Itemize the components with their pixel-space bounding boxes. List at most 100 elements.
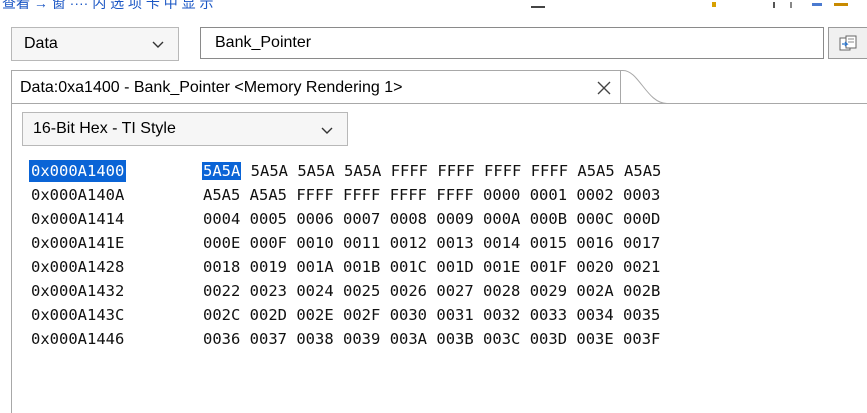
memory-cell[interactable]: A5A5 <box>203 186 240 204</box>
memory-cell[interactable]: 003C <box>483 330 520 348</box>
memory-cell[interactable]: 0023 <box>250 282 287 300</box>
tab-memory-rendering[interactable]: Data:0xa1400 - Bank_Pointer <Memory Rend… <box>11 70 621 104</box>
memory-cell[interactable]: 0027 <box>436 282 473 300</box>
memory-cell[interactable]: 0034 <box>576 306 613 324</box>
memory-cell[interactable]: 0028 <box>483 282 520 300</box>
memory-cell[interactable]: 002C <box>203 306 240 324</box>
memory-address[interactable]: 0x000A1446 <box>31 330 124 348</box>
memory-cell[interactable]: FFFF <box>391 162 428 180</box>
memory-cell[interactable]: 0012 <box>390 234 427 252</box>
clipped-text-fragment: 查看 → 窗 ···· 内 选 项 卡 中 显 示 <box>2 0 214 9</box>
memory-address[interactable]: 0x000A1414 <box>31 210 124 228</box>
memory-cell[interactable]: 0014 <box>483 234 520 252</box>
memory-cell[interactable]: 002E <box>296 306 333 324</box>
address-expression-input[interactable] <box>200 27 824 59</box>
memory-cell[interactable]: 0019 <box>250 258 287 276</box>
memory-cell[interactable]: 5A5A <box>297 162 334 180</box>
memory-cell[interactable]: 003D <box>530 330 567 348</box>
memory-cell[interactable]: FFFF <box>531 162 568 180</box>
memory-cell[interactable]: 001A <box>296 258 333 276</box>
memory-cell[interactable]: 001F <box>530 258 567 276</box>
memory-cell[interactable]: 0001 <box>530 186 567 204</box>
memory-cell[interactable]: 0033 <box>530 306 567 324</box>
memory-cell[interactable]: 0037 <box>250 330 287 348</box>
memory-cell[interactable]: 0036 <box>203 330 240 348</box>
memory-cell[interactable]: 000A <box>483 210 520 228</box>
memory-cell[interactable]: 001D <box>436 258 473 276</box>
memory-cell[interactable]: FFFF <box>436 186 473 204</box>
memory-address[interactable]: 0x000A141E <box>31 234 124 252</box>
memory-cell[interactable]: 0021 <box>623 258 660 276</box>
memory-cell[interactable]: 0015 <box>530 234 567 252</box>
memory-cell[interactable]: 001E <box>483 258 520 276</box>
memory-cell[interactable]: 001C <box>390 258 427 276</box>
memory-cell[interactable]: 0004 <box>203 210 240 228</box>
memory-cell[interactable]: 0018 <box>203 258 240 276</box>
memory-cell[interactable]: 0002 <box>576 186 613 204</box>
memory-cell[interactable]: 5A5A <box>251 162 288 180</box>
memory-cell[interactable]: FFFF <box>484 162 521 180</box>
memory-cell[interactable]: 002B <box>623 282 660 300</box>
memory-cell[interactable]: 0013 <box>436 234 473 252</box>
memory-cell[interactable]: 003A <box>390 330 427 348</box>
memory-space-select[interactable]: Data <box>11 27 179 61</box>
memory-cell[interactable]: 0003 <box>623 186 660 204</box>
memory-cell[interactable]: 000B <box>530 210 567 228</box>
memory-cell[interactable]: 5A5A <box>202 162 242 180</box>
memory-values: 002C 002D 002E 002F 0030 0031 0032 0033 … <box>203 306 660 324</box>
memory-cell[interactable]: 003F <box>623 330 660 348</box>
memory-cell[interactable]: 001B <box>343 258 380 276</box>
memory-cell[interactable]: 0000 <box>483 186 520 204</box>
memory-cell[interactable]: 5A5A <box>344 162 381 180</box>
memory-cell[interactable]: 0011 <box>343 234 380 252</box>
close-icon[interactable] <box>596 80 612 96</box>
memory-cell[interactable]: FFFF <box>390 186 427 204</box>
memory-cell[interactable]: A5A5 <box>577 162 614 180</box>
memory-address[interactable]: 0x000A143C <box>31 306 124 324</box>
memory-cell[interactable]: 000C <box>576 210 613 228</box>
memory-cell[interactable]: 002F <box>343 306 380 324</box>
memory-cell[interactable]: 0006 <box>296 210 333 228</box>
clipped-icon-fragment <box>531 2 545 8</box>
memory-cell[interactable]: 0008 <box>390 210 427 228</box>
memory-cell[interactable]: 000E <box>203 234 240 252</box>
memory-cell[interactable]: A5A5 <box>250 186 287 204</box>
memory-cell[interactable]: FFFF <box>296 186 333 204</box>
memory-cell[interactable]: 0026 <box>390 282 427 300</box>
memory-cell[interactable]: 003B <box>436 330 473 348</box>
rendering-format-select[interactable]: 16-Bit Hex - TI Style <box>22 112 348 146</box>
memory-address[interactable]: 0x000A1428 <box>31 258 124 276</box>
memory-cell[interactable]: 0005 <box>250 210 287 228</box>
memory-cell[interactable]: 0038 <box>296 330 333 348</box>
memory-cell[interactable]: 0032 <box>483 306 520 324</box>
memory-cell[interactable]: 0022 <box>203 282 240 300</box>
memory-cell[interactable]: 002A <box>576 282 613 300</box>
memory-cell[interactable]: 0010 <box>296 234 333 252</box>
memory-address[interactable]: 0x000A1432 <box>31 282 124 300</box>
memory-cell[interactable]: 0009 <box>436 210 473 228</box>
memory-cell[interactable]: 000F <box>250 234 287 252</box>
memory-cell[interactable]: 0020 <box>576 258 613 276</box>
memory-cell[interactable]: 0035 <box>623 306 660 324</box>
memory-cell[interactable]: 0025 <box>343 282 380 300</box>
memory-cell[interactable]: A5A5 <box>624 162 661 180</box>
memory-address[interactable]: 0x000A1400 <box>29 160 127 182</box>
go-to-address-icon <box>839 35 857 51</box>
tab-edge <box>617 70 677 104</box>
memory-cell[interactable]: 0007 <box>343 210 380 228</box>
memory-cell[interactable]: 000D <box>623 210 660 228</box>
go-button[interactable] <box>828 27 867 59</box>
memory-address[interactable]: 0x000A140A <box>31 186 124 204</box>
memory-cell[interactable]: 0029 <box>530 282 567 300</box>
memory-cell[interactable]: 002D <box>250 306 287 324</box>
memory-cell[interactable]: 0039 <box>343 330 380 348</box>
memory-cell[interactable]: FFFF <box>437 162 474 180</box>
memory-cell[interactable]: 0024 <box>296 282 333 300</box>
memory-cell[interactable]: 0030 <box>390 306 427 324</box>
memory-cell[interactable]: 0016 <box>576 234 613 252</box>
memory-cell[interactable]: FFFF <box>343 186 380 204</box>
memory-values: 5A5A 5A5A 5A5A 5A5A FFFF FFFF FFFF FFFF … <box>202 162 661 180</box>
memory-cell[interactable]: 0017 <box>623 234 660 252</box>
memory-cell[interactable]: 0031 <box>436 306 473 324</box>
memory-cell[interactable]: 003E <box>576 330 613 348</box>
